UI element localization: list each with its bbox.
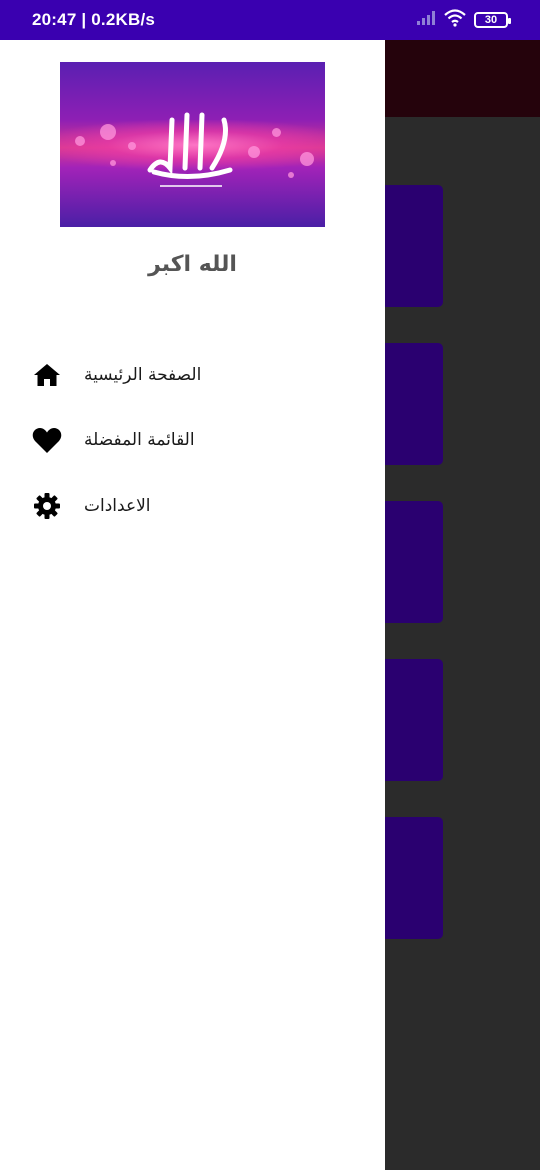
wifi-icon — [444, 9, 466, 31]
gear-icon — [32, 491, 62, 521]
signal-icon — [416, 10, 436, 30]
menu-label-settings: الاعدادات — [84, 496, 151, 516]
drawer-title: الله اكبر — [148, 252, 237, 277]
menu-item-settings[interactable]: الاعدادات — [0, 476, 385, 536]
home-icon — [32, 360, 62, 390]
battery-level: 30 — [484, 14, 498, 26]
menu-label-favorites: القائمة المفضلة — [84, 430, 195, 450]
menu-item-home[interactable]: الصفحة الرئيسية — [0, 345, 385, 405]
status-bar: 20:47 | 0.2KB/s 30 — [0, 0, 540, 40]
status-icons: 30 — [416, 9, 511, 31]
menu-item-favorites[interactable]: القائمة المفضلة — [0, 410, 385, 470]
drawer-header-image — [60, 62, 325, 227]
menu-label-home: الصفحة الرئيسية — [84, 365, 202, 385]
navigation-drawer: الله اكبر الصفحة الرئيسية القائمة المفضل… — [0, 40, 385, 1170]
heart-icon — [32, 425, 62, 455]
calligraphy-icon — [147, 112, 233, 187]
battery-icon: 30 — [474, 12, 511, 28]
status-time-speed: 20:47 | 0.2KB/s — [32, 10, 156, 29]
